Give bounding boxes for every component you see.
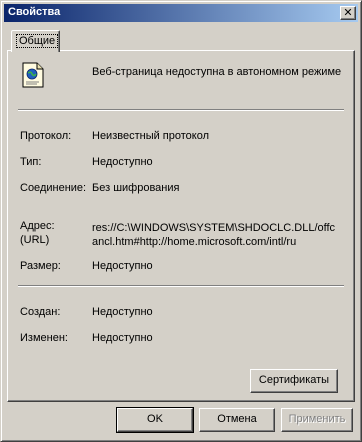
address-value-line2: ancl.htm#http://home.microsoft.com/intl/… <box>92 236 297 248</box>
title-bar[interactable]: Свойства ✕ <box>4 4 358 22</box>
cancel-button[interactable]: Отмена <box>199 408 275 432</box>
tab-general[interactable]: Общие <box>11 30 60 52</box>
separator <box>18 285 344 287</box>
created-value: Недоступно <box>92 306 153 318</box>
cancel-button-label: Отмена <box>217 413 257 425</box>
size-value: Недоступно <box>92 260 153 272</box>
ok-button[interactable]: OK <box>116 407 194 433</box>
protocol-label: Протокол: <box>20 130 72 142</box>
address-label-url: (URL) <box>20 234 50 246</box>
protocol-value: Неизвестный протокол <box>92 130 210 142</box>
close-icon: ✕ <box>343 6 353 19</box>
type-value: Недоступно <box>92 156 153 168</box>
close-button[interactable]: ✕ <box>340 6 356 20</box>
tab-panel-general: Веб-страница недоступна в автономном реж… <box>7 50 355 402</box>
tab-general-label: Общие <box>16 34 59 48</box>
modified-label: Изменен: <box>20 332 68 344</box>
window-title: Свойства <box>8 6 61 18</box>
certificates-button-label: Сертификаты <box>258 374 330 386</box>
address-value-line1: res://C:\WINDOWS\SYSTEM\SHDOCLC.DLL/offc <box>92 222 336 234</box>
web-page-icon <box>22 62 44 88</box>
apply-button-label: Применить <box>288 413 346 425</box>
separator <box>18 109 344 111</box>
created-label: Создан: <box>20 306 61 318</box>
modified-value: Недоступно <box>92 332 153 344</box>
ok-button-label: OK <box>147 413 163 425</box>
connection-value: Без шифрования <box>92 182 180 194</box>
connection-label: Соединение: <box>20 182 87 194</box>
certificates-button[interactable]: Сертификаты <box>250 369 338 393</box>
page-description: Веб-страница недоступна в автономном реж… <box>92 66 342 78</box>
size-label: Размер: <box>20 260 61 272</box>
apply-button[interactable]: Применить <box>281 408 353 432</box>
type-label: Тип: <box>20 156 42 168</box>
address-label: Адрес: <box>20 220 55 232</box>
properties-dialog: Свойства ✕ Общие Веб-страница недоступна… <box>0 0 362 442</box>
